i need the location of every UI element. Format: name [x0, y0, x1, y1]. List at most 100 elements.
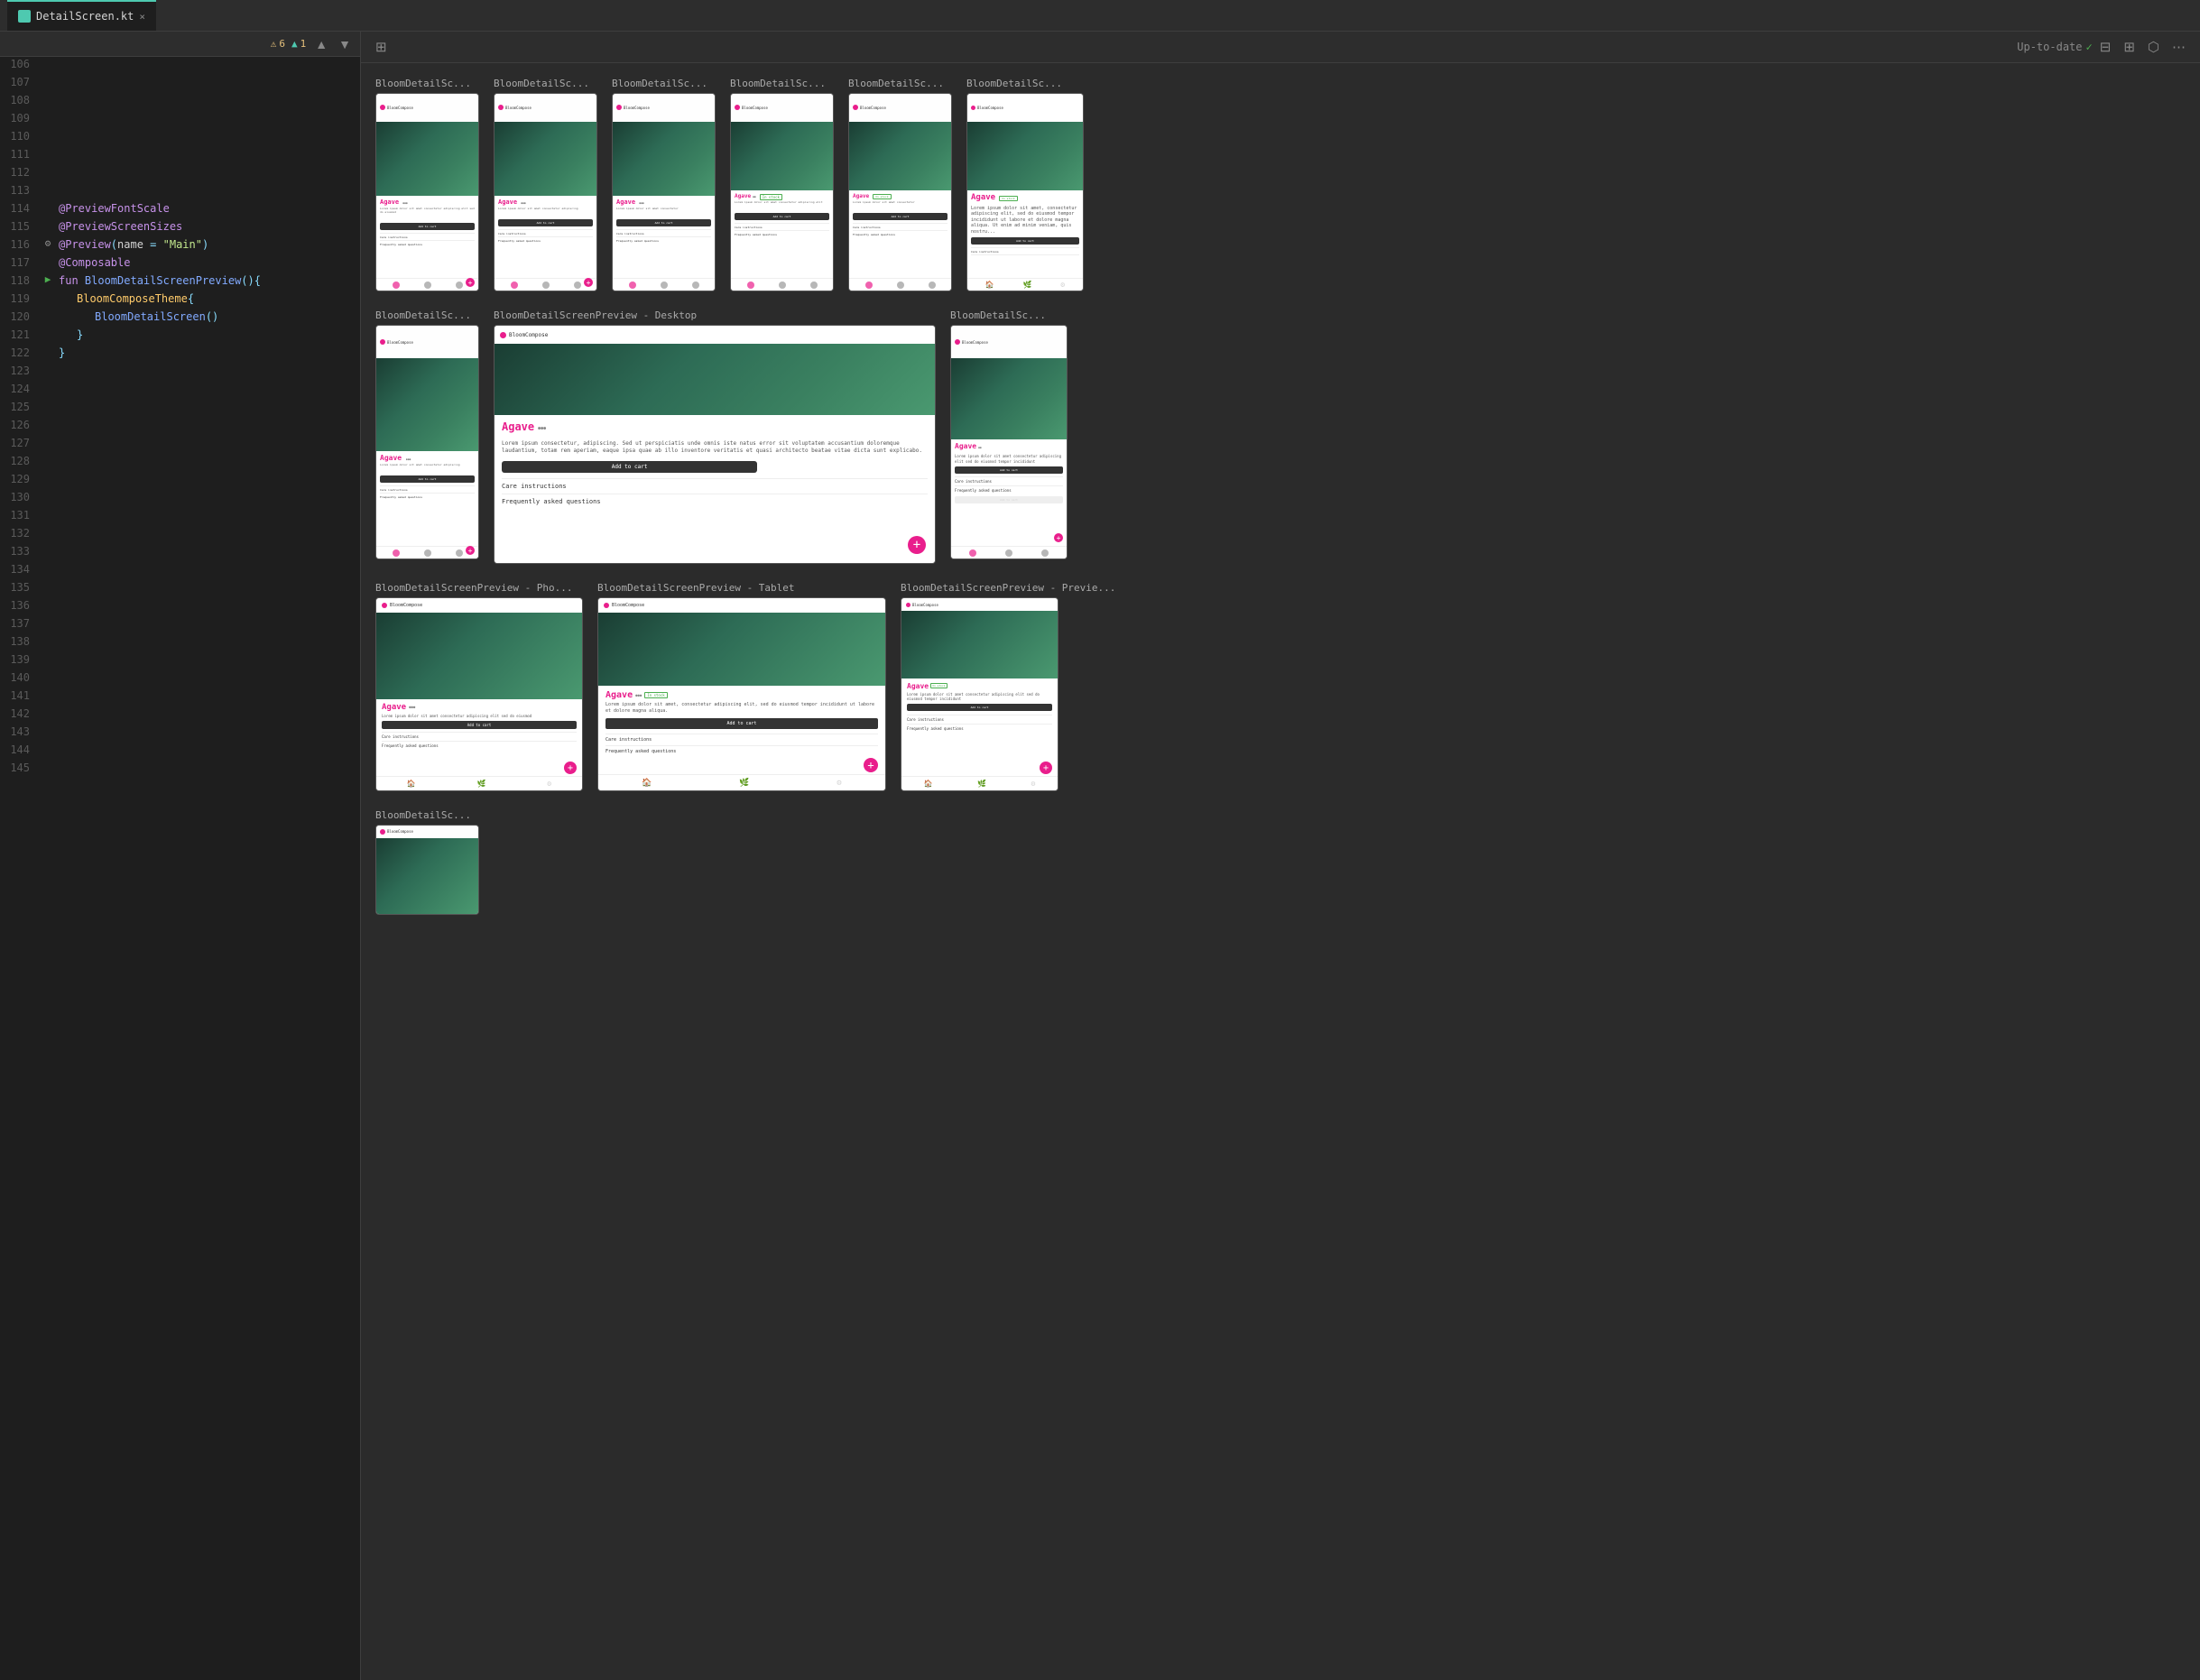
preview-thumb-1: BloomCompose Agave ●●● Lorem ipsum dolor…: [375, 93, 479, 291]
tab-bar: DetailScreen.kt ×: [0, 0, 2200, 32]
preview-item-1[interactable]: BloomDetailSc... BloomCompose Agave ●●● …: [375, 78, 479, 291]
fab-phone-wide: +: [564, 762, 577, 774]
desktop-faq: Frequently asked questions: [502, 494, 928, 509]
preview-label-1: BloomDetailSc...: [375, 78, 479, 89]
line-num-111: 111: [0, 147, 41, 161]
status-area: Up-to-date ✓ ⊟ ⊞ ⬡ ⋯: [2017, 37, 2189, 57]
line-num-117: 117: [0, 255, 41, 269]
code-content[interactable]: 106 107 108 109 110: [0, 57, 360, 1680]
preview-label-last: BloomDetailSc...: [375, 809, 479, 821]
preview-item-last[interactable]: BloomDetailSc... BloomCompose: [375, 809, 479, 915]
preview-thumb-phone-wide: BloomCompose Agave ●●● Lorem ipsum dolor…: [375, 597, 583, 791]
preview-thumb-8: BloomCompose Agave●● Lorem ipsum dolor s…: [950, 325, 1068, 559]
preview-item-7[interactable]: BloomDetailSc... BloomCompose Agave ●●● …: [375, 309, 479, 559]
preview-label-4: BloomDetailSc...: [730, 78, 834, 89]
status-check-icon: ✓: [2086, 41, 2093, 53]
tab-filename: DetailScreen.kt: [36, 10, 134, 23]
preview-thumb-tablet: BloomCompose Agave ●●● In stock Lorem ip…: [597, 597, 886, 791]
fab-tablet: +: [864, 758, 878, 772]
tablet-faq: Frequently asked questions: [605, 745, 878, 757]
more-options-button[interactable]: ⋯: [2168, 37, 2189, 57]
line-num-106: 106: [0, 57, 41, 70]
preview-label-tablet-2: BloomDetailScreenPreview - Previe...: [901, 582, 1115, 594]
line-num-112: 112: [0, 165, 41, 179]
desktop-fab: +: [908, 536, 926, 554]
preview-label-3: BloomDetailSc...: [612, 78, 716, 89]
fab-button: +: [466, 278, 475, 287]
fab-button-7: +: [466, 546, 475, 555]
toolbar-left: ⊞: [372, 37, 391, 57]
preview-item-8[interactable]: BloomDetailSc... BloomCompose Agave●● Lo…: [950, 309, 1068, 559]
code-line-114: 114 @PreviewFontScale: [0, 201, 360, 219]
gallery-button[interactable]: ⊞: [2120, 37, 2139, 57]
tablet2-faq: Frequently asked questions: [907, 724, 1052, 733]
preview-item-2[interactable]: BloomDetailSc... BloomCompose Agave ●●● …: [494, 78, 597, 291]
preview-item-5[interactable]: BloomDetailSc... BloomCompose AgaveIn st…: [848, 78, 952, 291]
line-num-122: 122: [0, 346, 41, 359]
warning-icon: ⚠: [271, 38, 277, 50]
share-button[interactable]: ⬡: [2144, 37, 2163, 57]
line-num-113: 113: [0, 183, 41, 197]
preview-item-tablet[interactable]: BloomDetailScreenPreview - Tablet BloomC…: [597, 582, 886, 791]
code-line-115: 115 @PreviewScreenSizes: [0, 219, 360, 237]
preview-item-tablet-2[interactable]: BloomDetailScreenPreview - Previe... Blo…: [901, 582, 1115, 791]
line-num-116: 116: [0, 237, 41, 251]
preview-thumb-6: BloomCompose Agave In stock Lorem ipsum …: [966, 93, 1084, 291]
preview-item-phone-wide[interactable]: BloomDetailScreenPreview - Pho... BloomC…: [375, 582, 583, 791]
code-line-111: 111: [0, 147, 360, 165]
code-line-107: 107: [0, 75, 360, 93]
preview-label-7: BloomDetailSc...: [375, 309, 479, 321]
line-num-119: 119: [0, 291, 41, 305]
preview-row-3: BloomDetailScreenPreview - Pho... BloomC…: [375, 582, 2186, 791]
preview-grid: BloomDetailSc... BloomCompose Agave ●●● …: [361, 63, 2200, 929]
code-line-108: 108: [0, 93, 360, 111]
code-line-119: 119 BloomComposeTheme{: [0, 291, 360, 309]
preview-thumb-4: BloomCompose Agave ●●In stock Lorem ipsu…: [730, 93, 834, 291]
nav-up-button[interactable]: ▲: [313, 37, 329, 51]
desktop-care-instructions: Care instructions: [502, 478, 928, 494]
preview-label-2: BloomDetailSc...: [494, 78, 597, 89]
info-icon: ▲: [291, 38, 298, 50]
run-icon[interactable]: ▶: [41, 273, 55, 285]
preview-label-tablet: BloomDetailScreenPreview - Tablet: [597, 582, 886, 594]
tab-detail-screen[interactable]: DetailScreen.kt ×: [7, 0, 156, 31]
layout-toggle-button[interactable]: ⊟: [2096, 37, 2115, 57]
toolbar-icons: ⊟ ⊞ ⬡ ⋯: [2096, 37, 2189, 57]
preview-item-desktop[interactable]: BloomDetailScreenPreview - Desktop Bloom…: [494, 309, 936, 564]
code-panel: ⚠ 6 ▲ 1 ▲ ▼ 106 107 108: [0, 32, 361, 1680]
code-line-120: 120 BloomDetailScreen(): [0, 309, 360, 328]
main-layout: ⚠ 6 ▲ 1 ▲ ▼ 106 107 108: [0, 32, 2200, 1680]
preview-toolbar: ⊞ Up-to-date ✓ ⊟ ⊞ ⬡ ⋯: [361, 32, 2200, 63]
line-num-110: 110: [0, 129, 41, 143]
tablet2-care: Care instructions: [907, 715, 1052, 724]
grid-view-button[interactable]: ⊞: [372, 37, 391, 57]
status-text: Up-to-date: [2017, 41, 2082, 53]
preview-item-6[interactable]: BloomDetailSc... BloomCompose Agave: [966, 78, 1084, 291]
preview-label-5: BloomDetailSc...: [848, 78, 952, 89]
code-line-113: 113: [0, 183, 360, 201]
preview-label-6: BloomDetailSc...: [966, 78, 1084, 89]
gear-icon[interactable]: ⚙: [41, 237, 55, 249]
preview-panel[interactable]: ⊞ Up-to-date ✓ ⊟ ⊞ ⬡ ⋯ BloomDetailSc...: [361, 32, 2200, 1680]
kotlin-file-icon: [18, 10, 31, 23]
preview-thumb-3: BloomCompose Agave ●●● Lorem ipsum dolor…: [612, 93, 716, 291]
line-num-109: 109: [0, 111, 41, 125]
code-line-106: 106: [0, 57, 360, 75]
preview-thumb-last: BloomCompose: [375, 825, 479, 915]
code-line-118: 118 ▶ fun BloomDetailScreenPreview(){: [0, 273, 360, 291]
tablet-care: Care instructions: [605, 734, 878, 745]
code-line-110: 110: [0, 129, 360, 147]
tab-close-button[interactable]: ×: [139, 11, 145, 23]
preview-item-4[interactable]: BloomDetailSc... BloomCompose Agave ●●In…: [730, 78, 834, 291]
nav-down-button[interactable]: ▼: [337, 37, 353, 51]
preview-item-3[interactable]: BloomDetailSc... BloomCompose Agave ●●● …: [612, 78, 716, 291]
warning-count: 6: [279, 38, 285, 50]
code-line-117: 117 @Composable: [0, 255, 360, 273]
info-count: 1: [300, 38, 307, 50]
preview-label-desktop: BloomDetailScreenPreview - Desktop: [494, 309, 936, 321]
preview-label-phone-wide: BloomDetailScreenPreview - Pho...: [375, 582, 583, 594]
preview-thumb-2: BloomCompose Agave ●●● Lorem ipsum dolor…: [494, 93, 597, 291]
code-line-122: 122 }: [0, 346, 360, 364]
code-line-112: 112: [0, 165, 360, 183]
preview-row-4: BloomDetailSc... BloomCompose: [375, 809, 2186, 915]
